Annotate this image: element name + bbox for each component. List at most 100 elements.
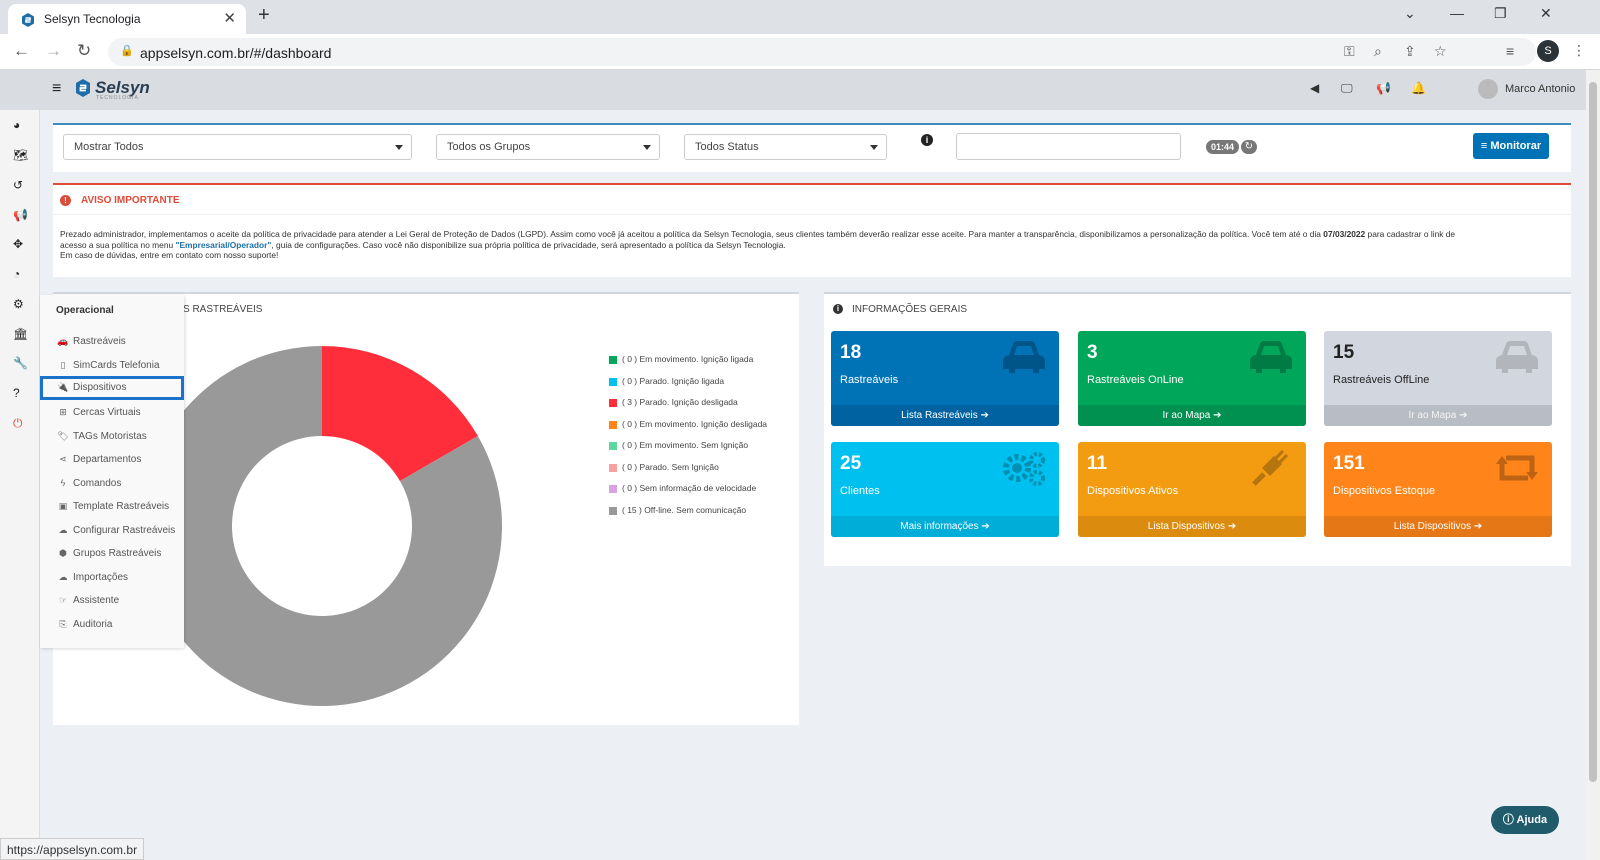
- browser-menu-icon[interactable]: ⋮: [1572, 42, 1586, 59]
- share-icon[interactable]: ⇪: [1404, 43, 1416, 60]
- menu-item-auditoria[interactable]: ⎘ Auditoria: [40, 615, 184, 635]
- stat-box-online[interactable]: 3 Rastreáveis OnLine Ir ao Mapa ➔: [1078, 331, 1306, 426]
- legend-item[interactable]: ( 0 ) Sem informação de velocidade: [609, 483, 799, 495]
- audit-icon: ⎘: [59, 619, 67, 629]
- monitor-button[interactable]: ≡ Monitorar: [1473, 133, 1549, 159]
- history-icon[interactable]: ↺: [13, 178, 23, 192]
- reading-list-icon[interactable]: ≡: [1506, 43, 1514, 59]
- new-tab-icon[interactable]: +: [258, 4, 270, 27]
- legend-item[interactable]: ( 3 ) Parado. Ignição desligada: [609, 397, 799, 409]
- lock-icon[interactable]: 🔒: [120, 44, 134, 57]
- legend-item[interactable]: ( 0 ) Em movimento. Sem Ignição: [609, 440, 799, 452]
- stat-box-clientes[interactable]: 25 Clientes Mais informações ➔: [831, 442, 1059, 537]
- menu-item-simcards[interactable]: ▯ SimCards Telefonia: [40, 356, 184, 376]
- menu-item-tags-motoristas[interactable]: 🏷 TAGs Motoristas: [40, 427, 184, 447]
- legend-item[interactable]: ( 0 ) Parado. Ignição ligada: [609, 376, 799, 388]
- stat-footer-link[interactable]: Lista Rastreáveis ➔: [831, 405, 1059, 426]
- wrench-icon[interactable]: 🔧: [13, 356, 28, 370]
- hamburger-menu-icon[interactable]: ≡: [52, 80, 61, 98]
- tab-close-icon[interactable]: ✕: [223, 9, 236, 27]
- forward-icon[interactable]: →: [45, 41, 62, 61]
- bullhorn-icon[interactable]: 📢: [13, 208, 28, 222]
- menu-item-departamentos[interactable]: ⋖ Departamentos: [40, 450, 184, 470]
- status-select[interactable]: Todos Status: [684, 134, 887, 160]
- menu-item-cercas-virtuais[interactable]: ⊞ Cercas Virtuais: [40, 403, 184, 423]
- menu-item-configurar-rastreaveis[interactable]: ☁ Configurar Rastreáveis: [40, 521, 184, 541]
- menu-item-assistente[interactable]: ☞ Assistente: [40, 591, 184, 611]
- stat-number: 11: [1087, 453, 1108, 474]
- notice-header: ! AVISO IMPORTANTE: [53, 185, 1571, 215]
- map-icon[interactable]: 🗺: [13, 148, 28, 162]
- address-bar[interactable]: 🔒 appselsyn.com.br/#/dashboard ⚿ ⌕ ⇪ ☆: [108, 38, 1536, 66]
- pie-chart-icon[interactable]: ◔: [13, 267, 20, 281]
- menu-item-rastreaveis[interactable]: 🚗 Rastreáveis: [40, 332, 184, 352]
- stat-box-rastreaveis[interactable]: 18 Rastreáveis Lista Rastreáveis ➔: [831, 331, 1059, 426]
- close-window-icon[interactable]: ✕: [1540, 5, 1552, 22]
- legend-item[interactable]: ( 15 ) Off-line. Sem comunicação: [609, 505, 799, 517]
- user-name[interactable]: Marco Antonio: [1505, 83, 1575, 95]
- menu-item-label: Template Rastreáveis: [73, 501, 170, 512]
- notice-menu-path[interactable]: "Empresarial/Operador": [175, 240, 271, 250]
- stat-label: Rastreáveis OffLine: [1333, 374, 1430, 386]
- menu-item-label: Comandos: [73, 478, 122, 489]
- stat-footer-link[interactable]: Mais informações ➔: [831, 516, 1059, 537]
- menu-item-dispositivos[interactable]: 🔌 Dispositivos: [40, 376, 184, 400]
- bookmark-star-icon[interactable]: ☆: [1434, 43, 1447, 60]
- gears-icon[interactable]: ⚙: [13, 297, 24, 311]
- legend-item[interactable]: ( 0 ) Parado. Sem Ignição: [609, 462, 799, 474]
- user-avatar[interactable]: [1478, 79, 1498, 99]
- profile-avatar[interactable]: S: [1537, 40, 1559, 62]
- bank-icon[interactable]: 🏛: [13, 327, 28, 341]
- restore-icon[interactable]: ❐: [1494, 5, 1507, 22]
- stat-number: 18: [840, 342, 862, 363]
- legend-item[interactable]: ( 0 ) Em movimento. Ignição desligada: [609, 419, 799, 431]
- help-icon[interactable]: ?: [13, 386, 20, 400]
- stat-footer-link[interactable]: Lista Dispositivos ➔: [1324, 516, 1552, 537]
- notice-text: Em caso de dúvidas, entre em contato com…: [60, 250, 279, 261]
- url-text[interactable]: appselsyn.com.br/#/dashboard: [140, 45, 331, 61]
- monitor-icon[interactable]: 🖵: [1341, 81, 1353, 96]
- car-icon: [1003, 341, 1045, 373]
- stat-box-offline[interactable]: 15 Rastreáveis OffLine Ir ao Mapa ➔: [1324, 331, 1552, 426]
- menu-item-importacoes[interactable]: ☁ Importações: [40, 568, 184, 588]
- info-icon[interactable]: i: [921, 134, 933, 146]
- menu-item-comandos[interactable]: ϟ Comandos: [40, 474, 184, 494]
- legend-swatch: [609, 463, 617, 472]
- power-icon[interactable]: ⏻: [13, 416, 23, 431]
- stat-box-dispositivos-estoque[interactable]: 151 Dispositivos Estoque Lista Dispositi…: [1324, 442, 1552, 537]
- browser-tab[interactable]: Selsyn Tecnologia ✕: [8, 4, 246, 34]
- dashboard-icon[interactable]: ◕: [13, 118, 20, 132]
- menu-item-grupos-rastreaveis[interactable]: ⬢ Grupos Rastreáveis: [40, 544, 184, 564]
- collapse-left-icon[interactable]: ◀: [1310, 81, 1319, 95]
- arrows-icon[interactable]: ✥: [13, 237, 23, 251]
- tab-search-icon[interactable]: ⌄: [1404, 5, 1416, 22]
- stat-footer-link[interactable]: Ir ao Mapa ➔: [1078, 405, 1306, 426]
- stat-footer-link[interactable]: Ir ao Mapa ➔: [1324, 405, 1552, 426]
- bolt-icon: ϟ: [60, 478, 66, 488]
- search-input[interactable]: [956, 133, 1181, 160]
- minimize-icon[interactable]: —: [1450, 5, 1464, 21]
- back-icon[interactable]: ←: [13, 41, 30, 61]
- scrollbar-thumb[interactable]: [1589, 82, 1597, 782]
- legend-item[interactable]: ( 0 ) Em movimento. Ignição ligada: [609, 354, 799, 366]
- vehicle-select[interactable]: Mostrar Todos: [63, 134, 412, 160]
- legend-swatch: [609, 442, 617, 450]
- stat-box-dispositivos-ativos[interactable]: 11 Dispositivos Ativos Lista Dispositivo…: [1078, 442, 1306, 537]
- group-select[interactable]: Todos os Grupos: [436, 134, 660, 160]
- stat-label: Clientes: [840, 485, 880, 497]
- stat-footer-link[interactable]: Lista Dispositivos ➔: [1078, 516, 1306, 537]
- key-icon[interactable]: ⚿: [1344, 43, 1355, 60]
- help-button[interactable]: ⓘ Ajuda: [1491, 806, 1559, 834]
- zoom-icon[interactable]: ⌕: [1374, 43, 1382, 60]
- menu-item-template-rastreaveis[interactable]: ▣ Template Rastreáveis: [40, 497, 184, 517]
- reload-icon[interactable]: ↻: [77, 41, 91, 61]
- legend-swatch: [609, 356, 617, 364]
- bell-icon[interactable]: 🔔: [1411, 81, 1426, 95]
- bullhorn-icon[interactable]: 📢: [1376, 81, 1391, 95]
- brand-subtitle: TECNOLOGIA: [96, 95, 139, 101]
- help-button-label: Ajuda: [1516, 814, 1548, 826]
- legend-swatch: [609, 377, 617, 386]
- page-scrollbar[interactable]: [1586, 70, 1600, 860]
- notice-text: , guia de configurações. Caso você não d…: [271, 239, 786, 250]
- refresh-icon[interactable]: ↻: [1241, 140, 1257, 154]
